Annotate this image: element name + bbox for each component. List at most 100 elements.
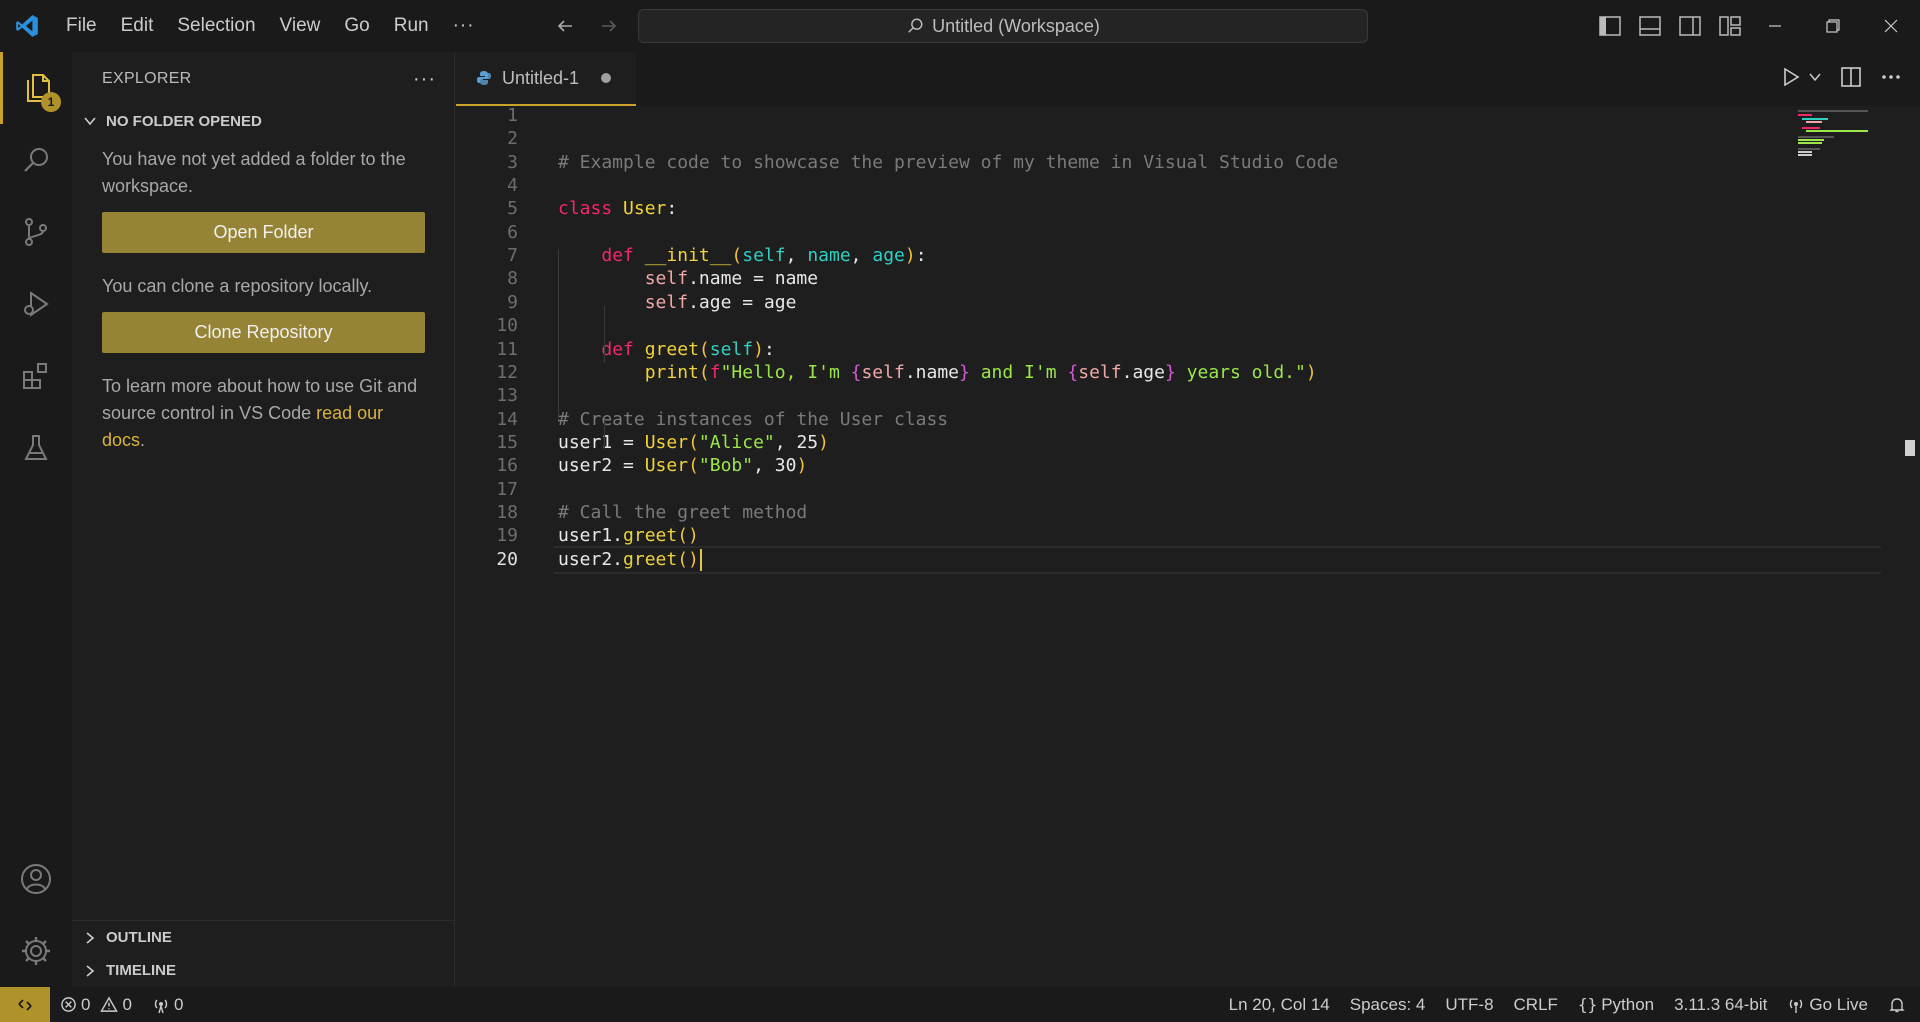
- language-mode[interactable]: {} Python: [1568, 995, 1664, 1015]
- extensions-icon[interactable]: [0, 340, 72, 412]
- unsaved-dot-icon[interactable]: [601, 73, 612, 83]
- code-line[interactable]: 20 user2.greet(): [456, 546, 1920, 575]
- scrollbar-cursor-marker[interactable]: [1905, 440, 1915, 456]
- open-folder-button[interactable]: Open Folder: [102, 212, 425, 253]
- outline-label: OUTLINE: [106, 929, 172, 946]
- toggle-panel-icon[interactable]: [1636, 12, 1664, 40]
- forward-arrow-icon[interactable]: [594, 12, 624, 40]
- remote-indicator-icon[interactable]: [0, 987, 50, 1022]
- accounts-icon[interactable]: [0, 843, 72, 915]
- code-token: and I'm: [969, 362, 1068, 383]
- back-arrow-icon[interactable]: [550, 12, 580, 40]
- code-token: self: [861, 362, 905, 383]
- error-count: 0: [81, 994, 91, 1014]
- no-folder-message: You have not yet added a folder to the w…: [102, 149, 406, 196]
- toggle-secondary-sidebar-icon[interactable]: [1676, 12, 1704, 40]
- minimize-icon[interactable]: [1746, 0, 1804, 52]
- code-token: greet: [644, 339, 699, 360]
- code-token: .age = age: [688, 292, 797, 313]
- notifications-bell-icon[interactable]: [1878, 996, 1920, 1014]
- go-live-button[interactable]: Go Live: [1777, 995, 1878, 1015]
- code-editor[interactable]: 1 2 3 # Example code to showcase the previe…: [456, 105, 1920, 987]
- cursor-position[interactable]: Ln 20, Col 14: [1219, 995, 1340, 1015]
- settings-gear-icon[interactable]: [0, 915, 72, 987]
- code-token: {: [850, 362, 862, 383]
- customize-layout-icon[interactable]: [1716, 12, 1744, 40]
- menu-selection[interactable]: Selection: [165, 0, 267, 52]
- code-token: "Hello, I'm: [720, 362, 851, 383]
- layout-controls: [1596, 12, 1744, 40]
- code-token: name: [807, 245, 851, 266]
- menu-edit[interactable]: Edit: [109, 0, 166, 52]
- timeline-section-header[interactable]: TIMELINE: [72, 954, 454, 987]
- code-token: ,: [785, 245, 808, 266]
- tab-untitled-1[interactable]: Untitled-1: [456, 52, 636, 106]
- code-token: self: [644, 268, 689, 289]
- code-token: User: [644, 455, 689, 476]
- explorer-more-actions-icon[interactable]: ···: [413, 68, 436, 91]
- menu-more[interactable]: ···: [441, 0, 487, 52]
- minimap-line: [1806, 121, 1822, 123]
- encoding[interactable]: UTF-8: [1435, 995, 1503, 1015]
- window-controls: [1746, 0, 1920, 52]
- menu-run[interactable]: Run: [382, 0, 441, 52]
- language-label: Python: [1601, 994, 1655, 1014]
- end-of-line[interactable]: CRLF: [1504, 995, 1568, 1015]
- code-token: # Create instances of the User class: [558, 409, 949, 430]
- editor-tab-bar: Untitled-1: [456, 52, 1920, 106]
- testing-flask-icon[interactable]: [0, 412, 72, 484]
- code-token: def: [601, 245, 645, 266]
- explorer-icon[interactable]: 1: [0, 52, 72, 124]
- minimap-line: [1798, 114, 1812, 116]
- code-token: age: [872, 245, 905, 266]
- problems-indicator[interactable]: 0 0: [50, 995, 142, 1015]
- explorer-sidebar: EXPLORER ··· NO FOLDER OPENED You have n…: [72, 52, 455, 987]
- toggle-primary-sidebar-icon[interactable]: [1596, 12, 1624, 40]
- run-python-file-icon[interactable]: [1780, 66, 1802, 88]
- code-token: self: [644, 292, 689, 313]
- chevron-down-icon[interactable]: [1808, 70, 1822, 84]
- ports-indicator[interactable]: 0: [142, 995, 193, 1015]
- code-token: f: [709, 362, 721, 383]
- code-token: user2.: [558, 549, 624, 570]
- warning-count: 0: [122, 994, 132, 1014]
- split-editor-icon[interactable]: [1840, 66, 1862, 88]
- menu-file[interactable]: File: [54, 0, 109, 52]
- minimap[interactable]: [1778, 106, 1878, 166]
- indentation[interactable]: Spaces: 4: [1340, 995, 1436, 1015]
- code-token: , 30: [753, 455, 797, 476]
- clone-repository-button[interactable]: Clone Repository: [102, 312, 425, 353]
- code-token: class: [558, 198, 624, 219]
- code-token: (): [677, 549, 699, 570]
- chevron-down-icon: [80, 114, 100, 128]
- code-token: greet: [623, 525, 678, 546]
- source-control-icon[interactable]: [0, 196, 72, 268]
- close-icon[interactable]: [1862, 0, 1920, 52]
- navigation-arrows: [550, 12, 624, 40]
- python-interpreter[interactable]: 3.11.3 64-bit: [1664, 995, 1777, 1015]
- text-cursor: [699, 549, 702, 571]
- no-folder-section-header[interactable]: NO FOLDER OPENED: [72, 106, 454, 136]
- warning-icon: [100, 996, 119, 1012]
- minimap-line: [1798, 142, 1822, 144]
- outline-section-header[interactable]: OUTLINE: [72, 921, 454, 954]
- explorer-badge: 1: [41, 92, 61, 112]
- menu-go[interactable]: Go: [332, 0, 381, 52]
- code-token: (: [698, 339, 710, 360]
- run-and-debug-icon[interactable]: [0, 268, 72, 340]
- code-token: (: [688, 432, 699, 453]
- code-token: years old.": [1175, 362, 1306, 383]
- menu-view[interactable]: View: [268, 0, 333, 52]
- search-icon[interactable]: [0, 124, 72, 196]
- command-center-search[interactable]: Untitled (Workspace): [638, 9, 1368, 43]
- restore-icon[interactable]: [1804, 0, 1862, 52]
- code-token: ): [753, 339, 764, 360]
- editor-actions: [1780, 66, 1902, 88]
- code-text: user2.greet(): [558, 546, 702, 575]
- more-actions-icon[interactable]: [1880, 66, 1902, 88]
- minimap-line: [1798, 148, 1820, 150]
